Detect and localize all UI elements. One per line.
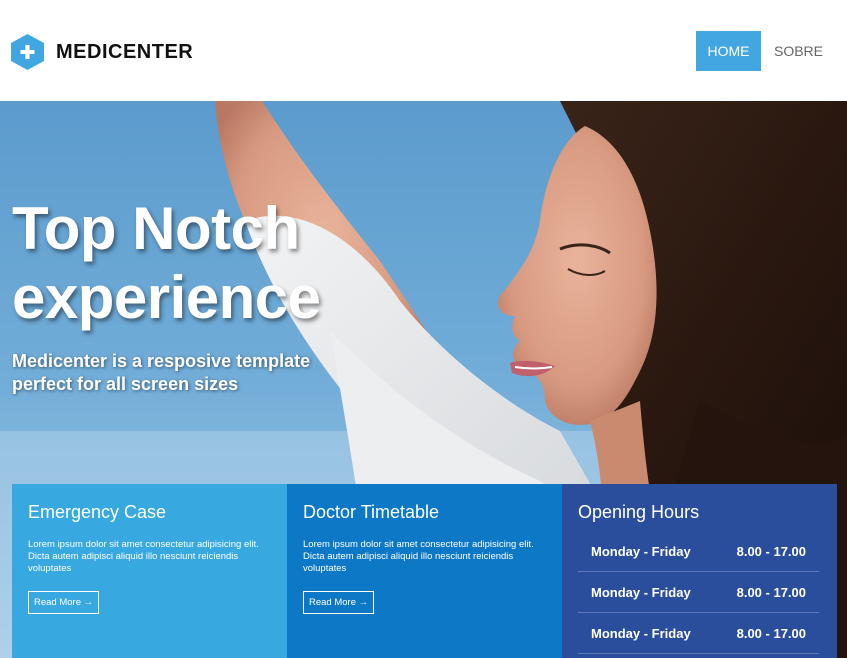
logo[interactable]: MEDICENTER (11, 34, 193, 70)
card-title: Opening Hours (578, 502, 700, 522)
medical-cross-hexagon-icon (11, 34, 44, 70)
hours-row: Monday - Friday 8.00 - 17.00 (578, 613, 819, 654)
main-nav: HOME SOBRE (695, 31, 834, 71)
hero-title-line-2: experience (12, 264, 321, 331)
hours-time: 8.00 - 17.00 (736, 585, 806, 600)
hours-day: Monday - Friday (591, 585, 691, 600)
card-title: Emergency Case (28, 502, 167, 522)
hours-list: Monday - Friday 8.00 - 17.00 Monday - Fr… (578, 531, 821, 654)
info-cards: Emergency Case Lorem ipsum dolor sit ame… (12, 484, 837, 658)
hero-subtitle-line-2: perfect for all screen sizes (12, 374, 239, 394)
hours-time: 8.00 - 17.00 (736, 544, 806, 559)
hero-subtitle-line-1: Medicenter is a resposive template (12, 351, 311, 371)
card-text: Lorem ipsum dolor sit amet consectetur a… (28, 539, 259, 574)
hours-day: Monday - Friday (591, 544, 691, 559)
doctor-timetable-card: Doctor Timetable Lorem ipsum dolor sit a… (287, 484, 562, 658)
brand-name: MEDICENTER (56, 40, 194, 63)
hero-title: Top Notch experience (12, 194, 412, 332)
nav-item-home[interactable]: HOME (695, 31, 761, 71)
hero-banner: Top Notch experience Medicenter is a res… (0, 101, 847, 658)
emergency-case-card: Emergency Case Lorem ipsum dolor sit ame… (12, 484, 287, 658)
hero-subtitle: Medicenter is a resposive template perfe… (12, 350, 352, 396)
hours-day: Monday - Friday (591, 626, 691, 641)
read-more-button[interactable]: Read More → (28, 591, 100, 614)
hero-title-line-1: Top Notch (12, 195, 300, 262)
site-header: MEDICENTER HOME SOBRE (0, 0, 847, 101)
read-more-button[interactable]: Read More → (303, 591, 375, 614)
nav-item-sobre[interactable]: SOBRE (761, 31, 834, 71)
card-text: Lorem ipsum dolor sit amet consectetur a… (303, 539, 534, 574)
hours-row: Monday - Friday 8.00 - 17.00 (578, 531, 819, 572)
hours-row: Monday - Friday 8.00 - 17.00 (578, 572, 819, 613)
hours-time: 8.00 - 17.00 (736, 626, 806, 641)
opening-hours-card: Opening Hours Monday - Friday 8.00 - 17.… (562, 484, 837, 658)
card-title: Doctor Timetable (303, 502, 440, 522)
